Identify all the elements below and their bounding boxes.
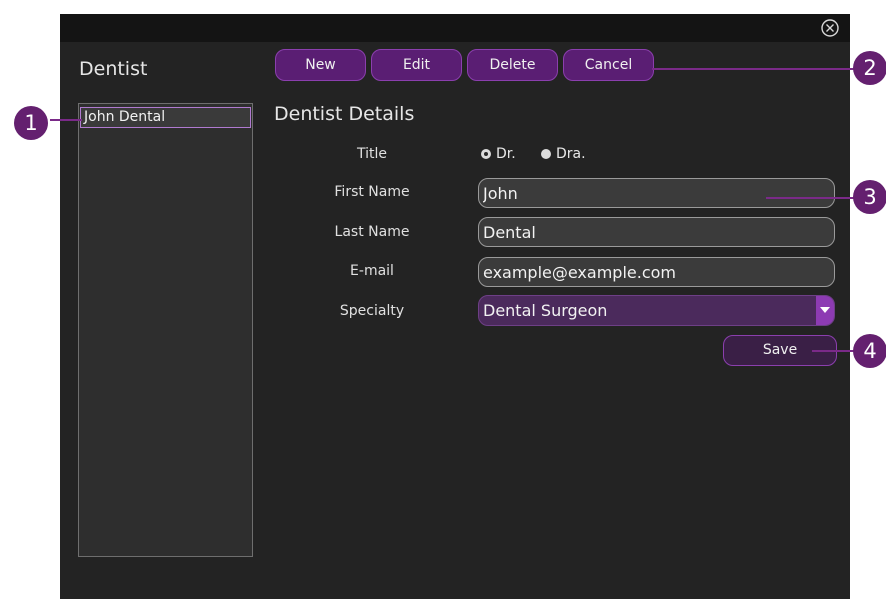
title-bar [60, 14, 850, 42]
callout-line-2 [652, 68, 856, 70]
delete-button[interactable]: Delete [467, 49, 558, 81]
last-name-field[interactable] [478, 217, 835, 247]
specialty-select[interactable]: Dental Surgeon [478, 295, 835, 326]
specialty-label: Specialty [339, 303, 405, 319]
radio-label: Dra. [556, 146, 586, 162]
callout-line-1 [50, 119, 82, 121]
dentist-list[interactable]: John Dental [78, 103, 253, 557]
first-name-field[interactable] [478, 178, 835, 208]
callout-4: 4 [853, 334, 886, 368]
first-name-label: First Name [334, 184, 410, 200]
title-label: Title [356, 146, 387, 162]
title-radio-dra[interactable]: Dra. [541, 146, 586, 162]
list-item[interactable]: John Dental [80, 107, 251, 128]
callout-2: 2 [853, 51, 886, 85]
new-button[interactable]: New [275, 49, 366, 81]
callout-line-3 [766, 197, 856, 199]
specialty-value: Dental Surgeon [483, 301, 608, 320]
chevron-down-icon[interactable] [816, 296, 834, 325]
radio-label: Dr. [496, 146, 516, 162]
radio-unchecked-icon [541, 149, 551, 159]
cancel-button[interactable]: Cancel [563, 49, 654, 81]
edit-button[interactable]: Edit [371, 49, 462, 81]
radio-checked-icon [481, 149, 491, 159]
callout-3: 3 [853, 180, 886, 214]
callout-line-4 [812, 350, 856, 352]
email-label: E-mail [350, 263, 394, 279]
details-title: Dentist Details [274, 103, 415, 125]
close-circle-icon[interactable] [820, 18, 840, 38]
callout-1: 1 [14, 106, 48, 140]
last-name-label: Last Name [334, 224, 410, 240]
section-title: Dentist [79, 58, 148, 80]
dentist-window: Dentist New Edit Delete Cancel John Dent… [60, 14, 850, 599]
email-field[interactable] [478, 257, 835, 287]
title-radio-dr[interactable]: Dr. [481, 146, 516, 162]
